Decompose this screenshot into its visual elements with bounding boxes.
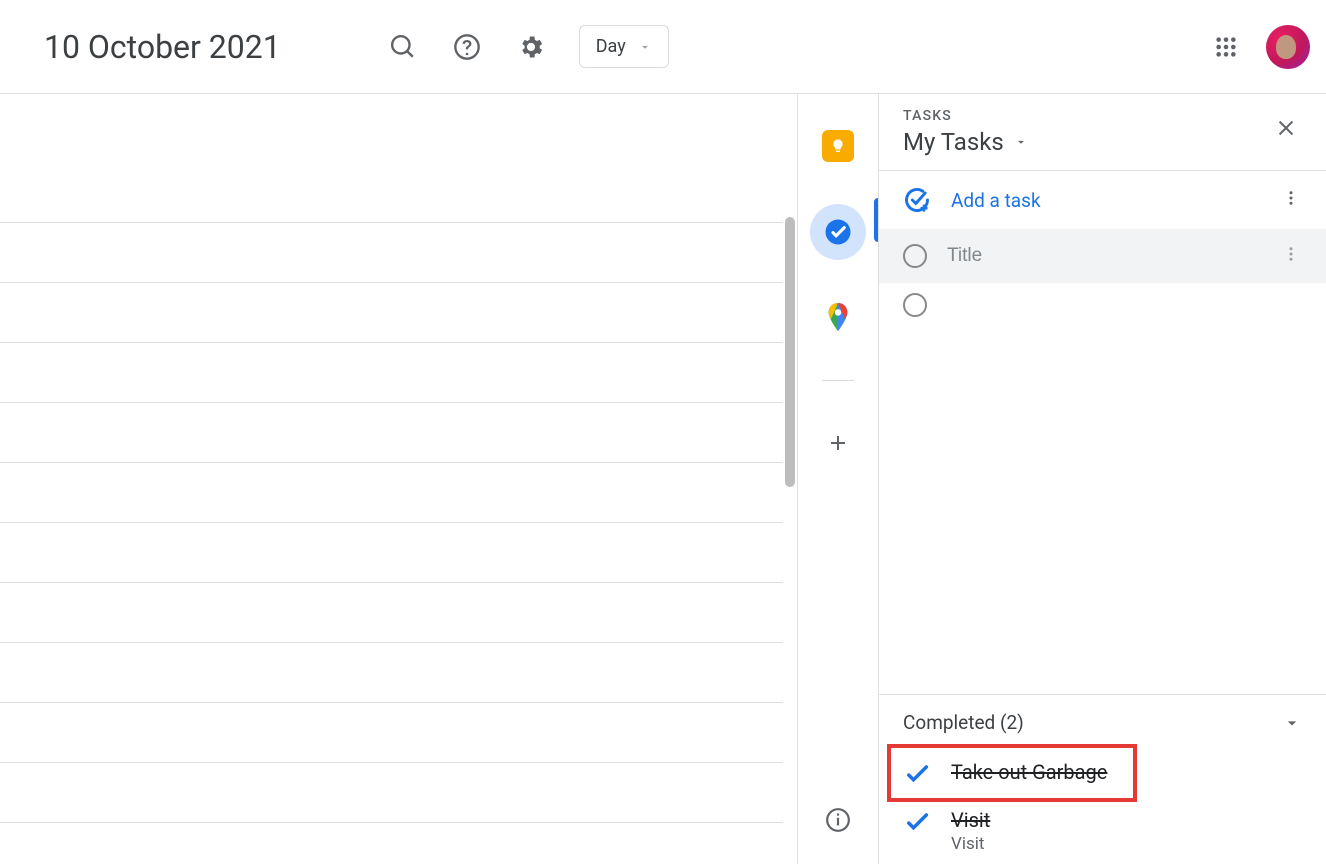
- completed-header-label: Completed (2): [903, 711, 1024, 734]
- task-checkbox[interactable]: [903, 244, 927, 268]
- chevron-down-icon: [1014, 135, 1028, 149]
- plus-icon: [826, 431, 850, 455]
- task-checkbox[interactable]: [903, 293, 927, 317]
- rail-keep[interactable]: [810, 118, 866, 174]
- chevron-down-icon: [1282, 713, 1302, 733]
- search-icon: [390, 34, 416, 60]
- tasks-list-title: My Tasks: [903, 128, 1004, 156]
- more-vert-icon: [1282, 189, 1300, 207]
- body: TASKS My Tasks Add a task: [0, 94, 1326, 864]
- close-panel-button[interactable]: [1266, 108, 1306, 148]
- add-task-icon: [903, 186, 931, 214]
- completed-task-sub: Visit: [951, 834, 990, 854]
- completed-check[interactable]: [903, 808, 931, 836]
- completed-toggle[interactable]: Completed (2): [879, 695, 1326, 750]
- task-row-new[interactable]: [879, 229, 1326, 283]
- settings-button[interactable]: [507, 23, 555, 71]
- gear-icon: [517, 33, 545, 61]
- completed-task-row[interactable]: Visit Visit: [879, 798, 1326, 864]
- more-vert-icon: [1282, 245, 1300, 263]
- help-icon: [453, 33, 481, 61]
- task-item-menu[interactable]: [1276, 239, 1306, 273]
- close-icon: [1275, 117, 1297, 139]
- view-select[interactable]: Day: [579, 25, 669, 68]
- tasks-menu-button[interactable]: [1276, 183, 1306, 217]
- calendar-scrollbar[interactable]: [785, 217, 795, 487]
- help-button[interactable]: [443, 23, 491, 71]
- rail-tasks[interactable]: [810, 204, 866, 260]
- current-date: 10 October 2021: [44, 28, 281, 66]
- apps-grid-icon: [1215, 36, 1237, 58]
- task-row-empty[interactable]: [879, 283, 1326, 327]
- maps-icon: [825, 303, 851, 333]
- side-rail: [798, 94, 878, 864]
- keep-icon: [822, 130, 854, 162]
- tasks-list-switcher[interactable]: My Tasks: [903, 128, 1266, 156]
- calendar-grid[interactable]: [0, 94, 798, 864]
- app-root: 10 October 2021 Day: [0, 0, 1326, 864]
- completed-task-title: Visit: [951, 808, 990, 832]
- header: 10 October 2021 Day: [0, 0, 1326, 94]
- annotation-highlight: [887, 744, 1137, 802]
- check-icon: [903, 808, 931, 836]
- tasks-header: TASKS My Tasks: [879, 94, 1326, 171]
- rail-addons[interactable]: [810, 415, 866, 471]
- search-button[interactable]: [379, 23, 427, 71]
- tasks-body: [879, 229, 1326, 694]
- app-launcher[interactable]: [1202, 23, 1250, 71]
- rail-info[interactable]: [810, 792, 866, 848]
- view-select-label: Day: [596, 36, 626, 57]
- calendar-gridlines: [0, 94, 783, 864]
- rail-divider: [822, 380, 854, 381]
- tasks-icon: [823, 217, 853, 247]
- info-icon: [825, 807, 851, 833]
- tasks-panel: TASKS My Tasks Add a task: [878, 94, 1326, 864]
- rail-maps[interactable]: [810, 290, 866, 346]
- chevron-down-icon: [638, 40, 652, 54]
- avatar[interactable]: [1266, 25, 1310, 69]
- task-title-input[interactable]: [947, 245, 1256, 267]
- add-task-row: Add a task: [879, 171, 1326, 229]
- tasks-panel-label: TASKS: [903, 108, 1266, 124]
- add-task-button[interactable]: Add a task: [951, 189, 1256, 212]
